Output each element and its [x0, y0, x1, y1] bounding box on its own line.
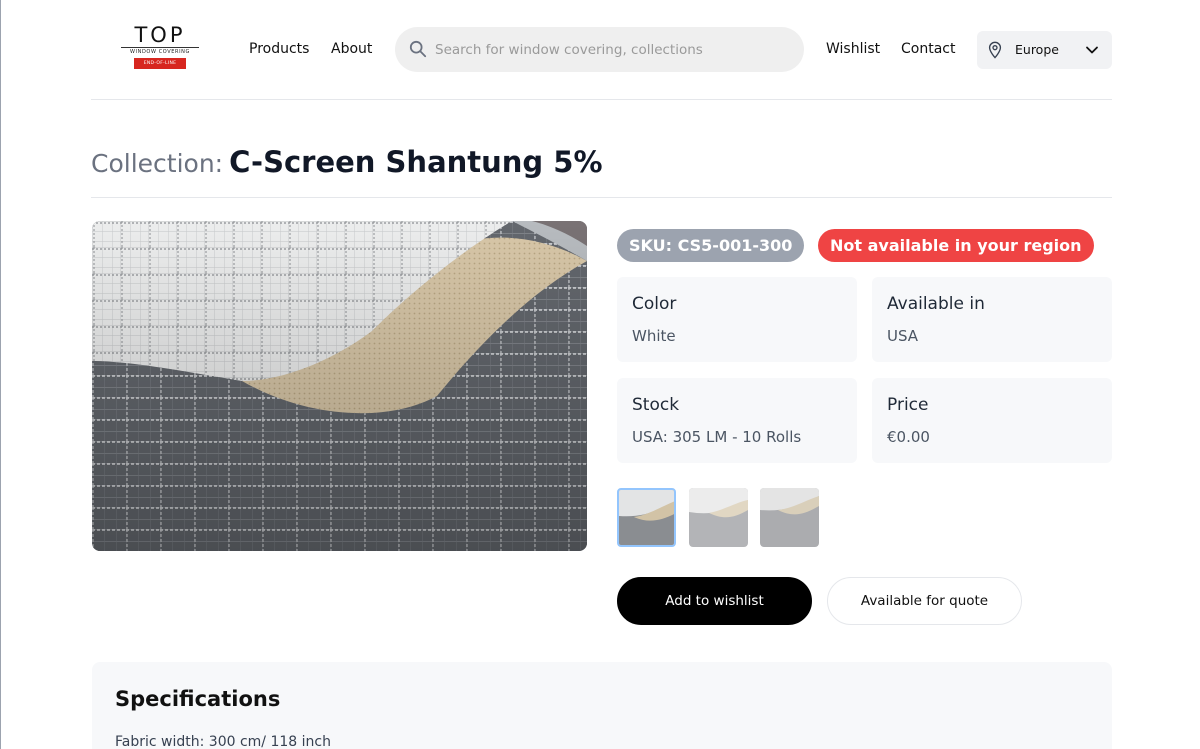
thumbnail-image — [619, 490, 674, 545]
search-input[interactable] — [435, 27, 785, 72]
spec-fabric-width: Fabric width: 300 cm/ 118 inch — [115, 734, 331, 749]
thumbnail-image — [760, 488, 819, 547]
product-image — [92, 221, 587, 551]
availability-badge: Not available in your region — [818, 229, 1094, 262]
chevron-down-icon — [1086, 46, 1098, 54]
site-header: TOP WINDOW COVERING END-OF-LINE Products… — [91, 0, 1112, 100]
detail-card-availability: Available in USA — [872, 277, 1112, 362]
search-bar[interactable] — [395, 27, 804, 72]
available-for-quote-button[interactable]: Available for quote — [827, 577, 1022, 625]
logo-badge: END-OF-LINE — [134, 58, 186, 69]
thumbnail-1[interactable] — [617, 488, 676, 547]
sku-badge: SKU: CS5-001-300 — [617, 229, 805, 262]
detail-value: White — [632, 327, 676, 345]
detail-value: USA — [887, 327, 919, 345]
detail-value: USA: 305 LM - 10 Rolls — [632, 428, 802, 446]
thumbnail-3[interactable] — [760, 488, 819, 547]
brand-logo[interactable]: TOP WINDOW COVERING END-OF-LINE — [121, 24, 199, 72]
detail-value: €0.00 — [887, 428, 930, 446]
nav-products[interactable]: Products — [249, 41, 309, 57]
search-icon — [409, 40, 427, 58]
detail-label: Price — [887, 395, 929, 415]
add-to-wishlist-button[interactable]: Add to wishlist — [617, 577, 812, 625]
detail-label: Available in — [887, 294, 985, 314]
nav-wishlist[interactable]: Wishlist — [826, 41, 880, 57]
logo-subtitle: WINDOW COVERING — [121, 47, 199, 55]
thumbnail-image — [689, 488, 748, 547]
collection-prefix: Collection: — [91, 149, 224, 178]
thumbnail-2[interactable] — [689, 488, 748, 547]
logo-wordmark: TOP — [134, 23, 186, 47]
location-pin-icon — [988, 41, 1002, 59]
nav-about[interactable]: About — [331, 41, 372, 57]
detail-label: Color — [632, 294, 677, 314]
specifications-section: Specifications Fabric width: 300 cm/ 118… — [92, 662, 1112, 749]
region-selector[interactable]: Europe — [977, 31, 1112, 69]
specifications-heading: Specifications — [115, 687, 281, 711]
detail-card-color: Color White — [617, 277, 857, 362]
detail-card-stock: Stock USA: 305 LM - 10 Rolls — [617, 378, 857, 463]
detail-label: Stock — [632, 395, 680, 415]
page-title: Collection: C-Screen Shantung 5% — [91, 145, 1112, 198]
nav-contact[interactable]: Contact — [901, 41, 955, 57]
collection-name: C-Screen Shantung 5% — [229, 145, 603, 179]
detail-card-price: Price €0.00 — [872, 378, 1112, 463]
fabric-photo — [92, 221, 587, 551]
region-label: Europe — [1015, 42, 1059, 57]
